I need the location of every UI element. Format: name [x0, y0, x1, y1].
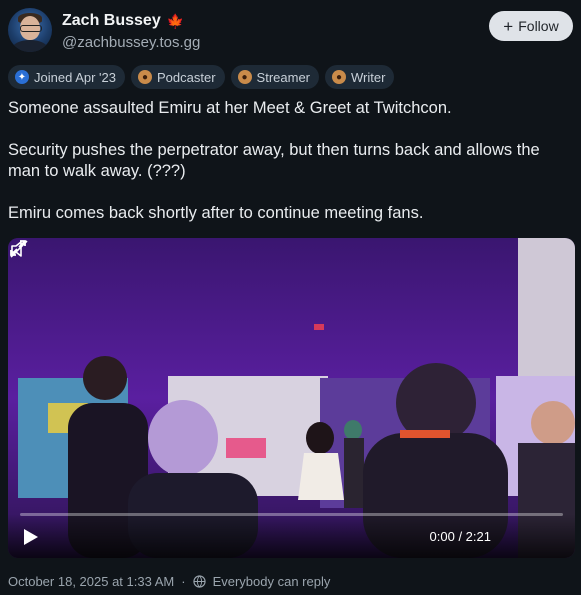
separator: ·: [181, 574, 186, 589]
badge-label: Podcaster: [157, 69, 216, 85]
profile-badges: ✦ Joined Apr '23 ● Podcaster ● Streamer …: [8, 65, 395, 89]
badge-label: Streamer: [256, 69, 311, 85]
joined-icon: ✦: [15, 70, 29, 84]
globe-icon: [192, 575, 206, 588]
avatar-badge-icon: ●: [332, 70, 347, 84]
fullscreen-icon[interactable]: [8, 238, 28, 258]
author-handle[interactable]: @zachbussey.tos.gg: [62, 34, 200, 51]
video-player[interactable]: 0:00 / 2:21: [8, 238, 575, 558]
badge-label: Joined Apr '23: [34, 69, 116, 85]
follow-button[interactable]: + Follow: [489, 11, 573, 41]
play-icon[interactable]: [24, 529, 38, 545]
badge-joined[interactable]: ✦ Joined Apr '23: [8, 65, 125, 89]
avatar-badge-icon: ●: [138, 70, 152, 84]
badge-podcaster[interactable]: ● Podcaster: [131, 65, 225, 89]
video-frame: [8, 238, 575, 558]
author-name-row: Zach Bussey 🍁: [62, 12, 184, 30]
post-paragraph: Security pushes the perpetrator away, bu…: [8, 141, 540, 180]
maple-leaf-icon: 🍁: [166, 12, 185, 29]
badge-label: Writer: [351, 69, 386, 85]
avatar-badge-icon: ●: [237, 70, 252, 84]
author-display-name[interactable]: Zach Bussey: [62, 12, 161, 30]
follow-button-label: Follow: [518, 18, 559, 34]
post-timestamp[interactable]: October 18, 2025 at 1:33 AM: [8, 574, 174, 589]
badge-writer[interactable]: ● Writer: [325, 65, 395, 89]
post-paragraph: Someone assaulted Emiru at her Meet & Gr…: [8, 99, 452, 117]
video-time: 0:00 / 2:21: [429, 529, 491, 544]
avatar-glasses: [20, 25, 42, 32]
video-progress-bar[interactable]: [20, 513, 563, 516]
plus-icon: +: [503, 16, 514, 36]
post-footer: October 18, 2025 at 1:33 AM · Everybody …: [8, 574, 330, 589]
post-paragraph: Emiru comes back shortly after to contin…: [8, 204, 424, 222]
reply-setting[interactable]: Everybody can reply: [213, 574, 331, 589]
avatar-shirt: [12, 40, 48, 52]
avatar[interactable]: [8, 8, 52, 52]
post-body: Someone assaulted Emiru at her Meet & Gr…: [8, 98, 573, 224]
badge-streamer[interactable]: ● Streamer: [230, 65, 320, 89]
